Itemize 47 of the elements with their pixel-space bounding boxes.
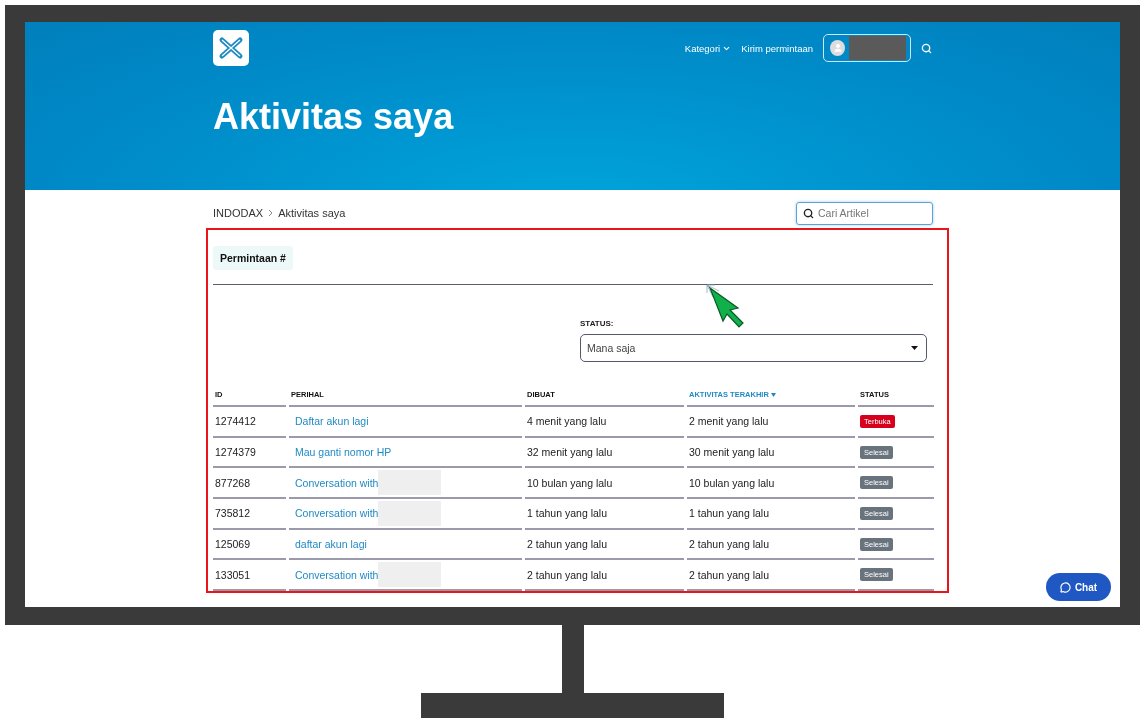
chat-button[interactable]: Chat xyxy=(1046,573,1111,601)
breadcrumb-link[interactable]: Aktivitas saya xyxy=(278,207,346,219)
table-cell: 735812 xyxy=(213,499,286,530)
search-icon[interactable] xyxy=(921,42,932,54)
redaction-block xyxy=(378,500,442,526)
field-label: STATUS: xyxy=(580,319,615,328)
avatar-icon xyxy=(830,40,846,56)
logo-icon[interactable] xyxy=(213,30,249,66)
page-title: Aktivitas saya xyxy=(213,96,455,138)
search-icon xyxy=(803,207,814,219)
table-cell: 2 tahun yang lalu xyxy=(687,529,855,561)
chevron-right-icon xyxy=(268,209,274,217)
table-cell: 1274412 xyxy=(213,407,286,438)
table-cell: 10 bulan yang lalu xyxy=(687,468,855,500)
user-menu-button[interactable] xyxy=(823,34,911,62)
request-link[interactable]: Daftar akun lagi xyxy=(295,415,369,428)
sort-caret-icon xyxy=(770,392,776,397)
redaction-block xyxy=(849,36,906,60)
category-menu[interactable]: Kategori xyxy=(684,42,732,54)
request-link[interactable]: daftar akun lagi xyxy=(295,538,367,551)
request-link[interactable]: Mau ganti nomor HP xyxy=(295,446,392,459)
table-cell: 1 tahun yang lalu xyxy=(687,499,855,530)
request-link[interactable]: Conversation with xyxy=(295,568,379,581)
search-box[interactable]: Cari Artikel xyxy=(796,201,933,225)
table-cell: 4 menit yang lalu xyxy=(525,407,684,438)
breadcrumb-link[interactable]: INDODAX xyxy=(213,207,264,219)
chat-bubble-icon xyxy=(1059,581,1071,593)
table-cell: 2 menit yang lalu xyxy=(687,407,855,438)
caret-icon xyxy=(911,346,918,350)
request-link[interactable]: Conversation with xyxy=(295,476,379,489)
status-select[interactable]: Mana saja xyxy=(580,334,927,362)
tab[interactable]: Permintaan # xyxy=(213,246,293,270)
table-cell: 32 menit yang lalu xyxy=(525,437,684,469)
table-cell: 2 tahun yang lalu xyxy=(525,560,684,592)
redaction-block xyxy=(378,562,442,588)
table-cell: 1 tahun yang lalu xyxy=(525,499,684,530)
table-cell: 877268 xyxy=(213,468,286,500)
table-cell: 2 tahun yang lalu xyxy=(525,529,684,561)
table-cell: 1274379 xyxy=(213,437,286,469)
redaction-block xyxy=(378,470,442,496)
table-cell: 2 tahun yang lalu xyxy=(687,560,855,592)
table-cell: 125069 xyxy=(213,529,286,561)
submit-request-link[interactable]: Kirim permintaan xyxy=(741,42,813,54)
table-cell: 10 bulan yang lalu xyxy=(525,468,684,500)
request-link[interactable]: Conversation with xyxy=(295,507,379,520)
table-cell: 133051 xyxy=(213,560,286,592)
table-cell: 30 menit yang lalu xyxy=(687,437,855,469)
